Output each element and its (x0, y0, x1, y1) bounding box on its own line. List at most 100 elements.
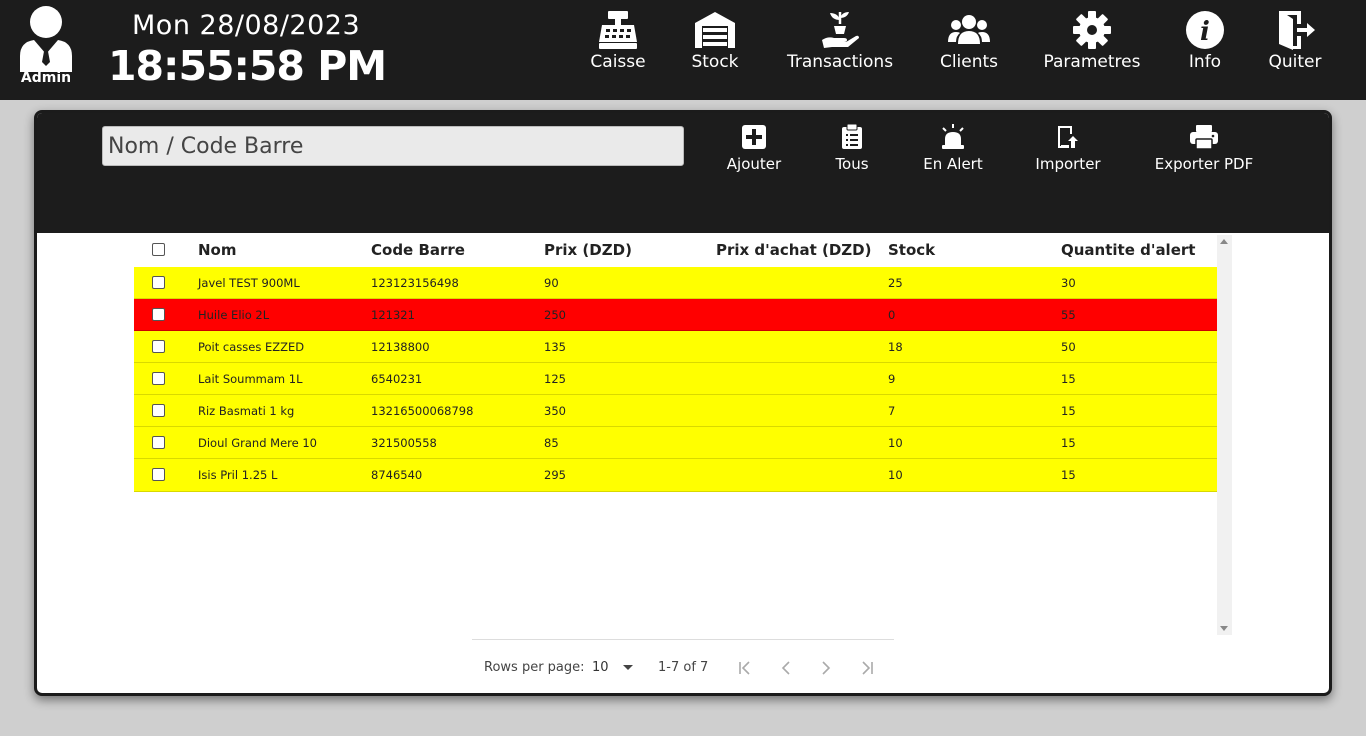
table-row[interactable]: Dioul Grand Mere 10 321500558 85 10 15 (134, 427, 1217, 459)
rows-per-page-label: Rows per page: (484, 660, 585, 675)
table-row[interactable]: Huile Elio 2L 121321 250 0 55 (134, 299, 1217, 331)
nav-clients-label: Clients (939, 52, 999, 72)
cell-nom: Poit casses EZZED (198, 340, 305, 354)
chevron-down-icon (622, 665, 633, 670)
cell-prix: 135 (544, 340, 566, 354)
nav-clients[interactable]: Clients (909, 8, 1029, 72)
cell-prix: 85 (544, 436, 559, 450)
cell-nom: Lait Soummam 1L (198, 372, 303, 386)
table-row[interactable]: Isis Pril 1.25 L 8746540 295 10 15 (134, 459, 1217, 492)
cell-nom: Javel TEST 900ML (198, 276, 300, 290)
col-code-barre[interactable]: Code Barre (371, 241, 465, 259)
warehouse-icon (695, 12, 735, 48)
rows-per-page-select[interactable]: 10 (592, 660, 633, 675)
row-checkbox[interactable] (152, 436, 165, 449)
en-alert-button[interactable]: En Alert (921, 123, 985, 173)
en-alert-label: En Alert (923, 155, 983, 173)
row-checkbox[interactable] (152, 308, 165, 321)
col-prix-achat[interactable]: Prix d'achat (DZD) (716, 241, 871, 259)
col-nom[interactable]: Nom (198, 241, 237, 259)
nav-quiter-label: Quiter (1268, 52, 1322, 72)
table-row[interactable]: Javel TEST 900ML 123123156498 90 25 30 (134, 267, 1217, 299)
cell-prix: 90 (544, 276, 559, 290)
exporter-pdf-label: Exporter PDF (1154, 155, 1254, 173)
col-prix[interactable]: Prix (DZD) (544, 241, 632, 259)
nav-stock-label: Stock (691, 52, 739, 72)
rows-per-page-value: 10 (592, 660, 609, 675)
cell-stock: 7 (888, 404, 896, 418)
table-scrollbar[interactable] (1217, 235, 1232, 635)
cell-code-barre: 123123156498 (371, 276, 459, 290)
scroll-down-arrow-icon[interactable] (1220, 626, 1228, 631)
user-label: Admin (20, 70, 72, 86)
svg-text:i: i (1200, 17, 1210, 47)
cell-stock: 9 (888, 372, 896, 386)
ajouter-button[interactable]: Ajouter (725, 123, 783, 173)
clipboard-list-icon (842, 124, 862, 149)
stock-panel: Ajouter Tous En Alert (34, 110, 1332, 696)
col-stock[interactable]: Stock (888, 241, 935, 259)
table-header: Nom Code Barre Prix (DZD) Prix d'achat (… (134, 235, 1217, 267)
nav-quiter[interactable]: Quiter (1235, 8, 1355, 72)
cell-nom: Isis Pril 1.25 L (198, 468, 278, 482)
user-profile[interactable]: Admin (14, 4, 78, 90)
nav-transactions-label: Transactions (786, 52, 894, 72)
user-avatar-icon (20, 6, 72, 72)
chevron-right-icon (822, 661, 831, 675)
last-page-icon (862, 661, 873, 675)
exporter-pdf-button[interactable]: Exporter PDF (1153, 123, 1255, 173)
cell-quantite-alert: 50 (1061, 340, 1076, 354)
last-page-button[interactable] (854, 658, 878, 678)
cell-code-barre: 12138800 (371, 340, 430, 354)
cell-prix: 125 (544, 372, 566, 386)
chevron-left-icon (781, 661, 790, 675)
cell-quantite-alert: 15 (1061, 404, 1076, 418)
first-page-button[interactable] (734, 658, 758, 678)
select-all-checkbox[interactable] (152, 243, 165, 256)
row-checkbox[interactable] (152, 372, 165, 385)
scroll-up-arrow-icon[interactable] (1220, 239, 1228, 244)
cell-prix: 250 (544, 308, 566, 322)
tous-button[interactable]: Tous (833, 123, 871, 173)
previous-page-button[interactable] (774, 658, 798, 678)
current-date: Mon 28/08/2023 (132, 10, 361, 41)
current-time: 18:55:58 PM (108, 42, 387, 90)
cell-stock: 10 (888, 468, 903, 482)
cell-code-barre: 121321 (371, 308, 415, 322)
ajouter-label: Ajouter (726, 155, 782, 173)
next-page-button[interactable] (814, 658, 838, 678)
cell-quantite-alert: 55 (1061, 308, 1076, 322)
nav-parametres[interactable]: Parametres (1032, 8, 1152, 72)
alarm-light-icon (942, 124, 964, 149)
row-checkbox[interactable] (152, 340, 165, 353)
cell-code-barre: 6540231 (371, 372, 423, 386)
cell-stock: 10 (888, 436, 903, 450)
top-header: Admin Mon 28/08/2023 18:55:58 PM Caisse … (0, 0, 1366, 100)
gear-icon (1073, 11, 1111, 49)
cash-register-icon (599, 11, 637, 49)
cell-code-barre: 321500558 (371, 436, 437, 450)
info-icon: i (1186, 11, 1224, 49)
importer-label: Importer (1035, 155, 1101, 173)
hand-holding-plant-icon (822, 12, 859, 48)
plus-square-icon (742, 125, 766, 149)
nav-stock[interactable]: Stock (655, 8, 775, 72)
cell-quantite-alert: 15 (1061, 468, 1076, 482)
cell-stock: 0 (888, 308, 896, 322)
exit-door-icon (1279, 11, 1315, 50)
cell-stock: 25 (888, 276, 903, 290)
importer-button[interactable]: Importer (1034, 123, 1102, 173)
row-checkbox[interactable] (152, 276, 165, 289)
cell-quantite-alert: 15 (1061, 372, 1076, 386)
pagination: Rows per page: 10 1-7 of 7 (472, 639, 894, 693)
search-input[interactable] (102, 126, 684, 166)
table-row[interactable]: Riz Basmati 1 kg 13216500068798 350 7 15 (134, 395, 1217, 427)
col-quantite-alert[interactable]: Quantite d'alert (1061, 241, 1195, 259)
row-checkbox[interactable] (152, 404, 165, 417)
table-row[interactable]: Lait Soummam 1L 6540231 125 9 15 (134, 363, 1217, 395)
first-page-icon (739, 661, 750, 675)
row-checkbox[interactable] (152, 468, 165, 481)
nav-transactions[interactable]: Transactions (780, 8, 900, 72)
table-row[interactable]: Poit casses EZZED 12138800 135 18 50 (134, 331, 1217, 363)
page-range: 1-7 of 7 (658, 660, 709, 675)
